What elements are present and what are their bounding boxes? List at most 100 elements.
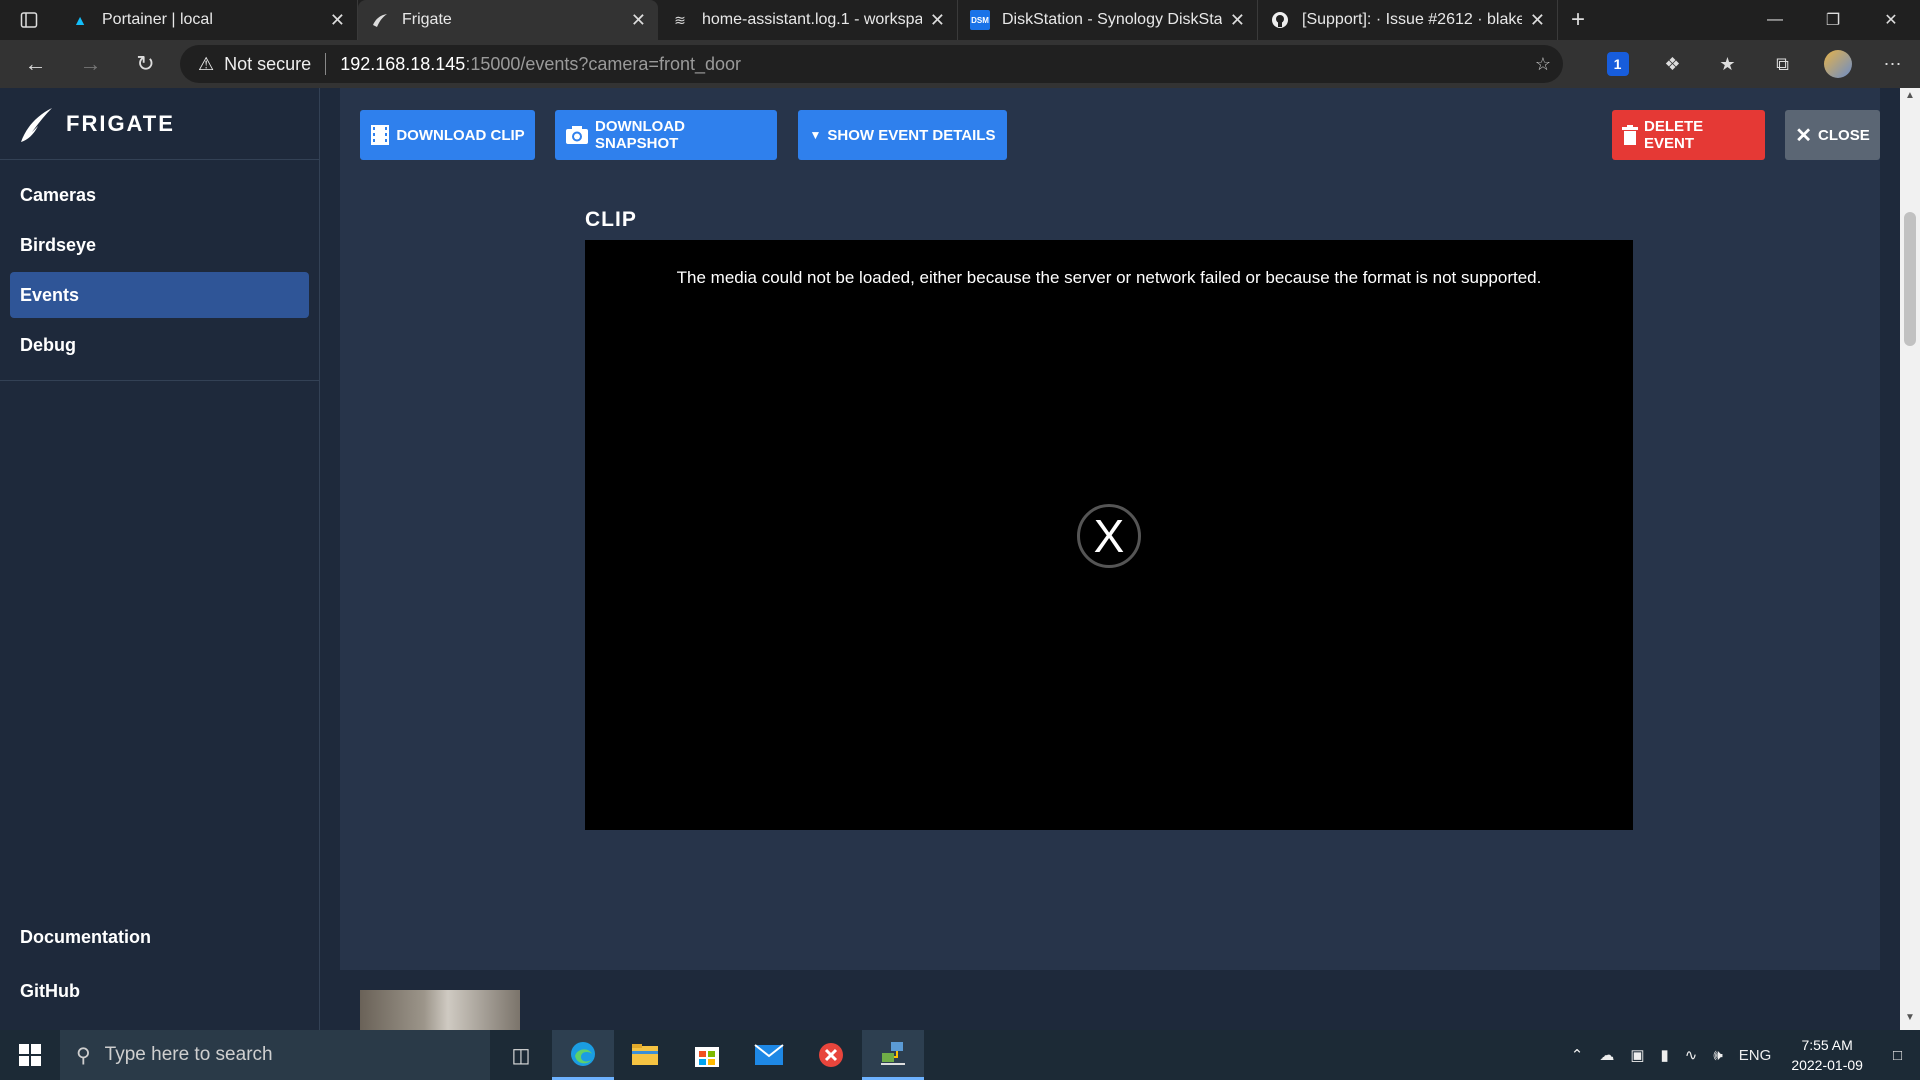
- favorites-icon[interactable]: ★: [1700, 40, 1755, 88]
- language-indicator[interactable]: ENG: [1731, 1047, 1780, 1064]
- more-menu-icon[interactable]: ⋯: [1865, 40, 1920, 88]
- event-detail-panel: Download Clip Download Snapshot ▼ Show E…: [340, 88, 1880, 970]
- minimize-icon[interactable]: —: [1746, 0, 1804, 40]
- sidebar-footer: Documentation GitHub: [0, 906, 319, 1030]
- close-tab-icon[interactable]: ✕: [930, 10, 945, 31]
- page-scrollbar[interactable]: ▲ ▼: [1900, 88, 1920, 1030]
- scroll-up-icon[interactable]: ▲: [1900, 90, 1920, 106]
- sidebar-item-documentation[interactable]: Documentation: [10, 914, 309, 960]
- onedrive-icon[interactable]: ☁: [1591, 1046, 1622, 1064]
- frigate-app: FRIGATE Cameras Birdseye Events Debug Do…: [0, 88, 1920, 1030]
- device-icon[interactable]: ▣: [1622, 1046, 1652, 1064]
- profile-button[interactable]: [1810, 40, 1865, 88]
- mail-icon[interactable]: [738, 1030, 800, 1080]
- tab-diskstation[interactable]: DSM DiskStation - Synology DiskStatio ✕: [958, 0, 1258, 40]
- github-icon: [1270, 10, 1290, 30]
- url-input[interactable]: ⚠ Not secure 192.168.18.145 :15000/event…: [180, 45, 1563, 83]
- task-view-icon[interactable]: ◫: [490, 1030, 552, 1080]
- sidebar-item-birdseye[interactable]: Birdseye: [10, 222, 309, 268]
- tab-frigate[interactable]: Frigate ✕: [358, 0, 658, 40]
- extensions-icon[interactable]: ❖: [1645, 40, 1700, 88]
- tab-portainer[interactable]: ▲ Portainer | local ✕: [58, 0, 358, 40]
- tab-title: home-assistant.log.1 - workspac: [702, 11, 922, 28]
- add-favorite-icon[interactable]: ☆: [1535, 54, 1551, 75]
- divider: [325, 53, 327, 75]
- close-tab-icon[interactable]: ✕: [631, 10, 646, 31]
- bitwarden-extension[interactable]: 1: [1590, 40, 1645, 88]
- download-snapshot-button[interactable]: Download Snapshot: [555, 110, 777, 160]
- frigate-icon: [370, 10, 390, 30]
- clock[interactable]: 7:55 AM 2022-01-09: [1779, 1035, 1875, 1075]
- clip-video-player[interactable]: The media could not be loaded, either be…: [585, 240, 1633, 830]
- wifi-icon[interactable]: ∿: [1677, 1046, 1706, 1064]
- show-hidden-icons-icon[interactable]: ⌃: [1563, 1046, 1592, 1064]
- bitwarden-icon: 1: [1606, 52, 1629, 76]
- security-label: Not secure: [224, 53, 312, 74]
- close-tab-icon[interactable]: ✕: [1230, 10, 1245, 31]
- delete-event-label: Delete Event: [1644, 118, 1704, 152]
- notifications-icon[interactable]: □: [1875, 1047, 1920, 1064]
- caret-down-icon: ▼: [809, 128, 822, 142]
- close-window-icon[interactable]: ✕: [1862, 0, 1920, 40]
- restore-icon[interactable]: ❐: [1804, 0, 1862, 40]
- tab-github-issue[interactable]: [Support]: · Issue #2612 · blakebl ✕: [1258, 0, 1558, 40]
- window-controls: — ❐ ✕: [1746, 0, 1920, 40]
- close-tab-icon[interactable]: ✕: [1530, 10, 1545, 31]
- microsoft-store-icon[interactable]: [676, 1030, 738, 1080]
- network-app-icon[interactable]: [862, 1030, 924, 1080]
- new-tab-icon[interactable]: +: [1558, 0, 1598, 40]
- sidebar-item-events[interactable]: Events: [10, 272, 309, 318]
- scroll-down-icon[interactable]: ▼: [1900, 1012, 1920, 1028]
- windows-taskbar: ⚲ Type here to search ◫ ⌃ ☁ ▣ ▮ ∿ 🕪 ENG …: [0, 1030, 1920, 1080]
- dsm-icon: DSM: [970, 10, 990, 30]
- file-explorer-icon[interactable]: [614, 1030, 676, 1080]
- windows-start-icon[interactable]: [0, 1030, 60, 1080]
- brand[interactable]: FRIGATE: [0, 88, 319, 160]
- frigate-logo-icon: [21, 107, 52, 142]
- remote-tool-icon[interactable]: [800, 1030, 862, 1080]
- sidebar-item-github[interactable]: GitHub: [10, 968, 309, 1014]
- collections-icon[interactable]: ⧉: [1755, 40, 1810, 88]
- system-tray: ⌃ ☁ ▣ ▮ ∿ 🕪 ENG 7:55 AM 2022-01-09 □: [1563, 1030, 1920, 1080]
- close-icon: ✕: [1795, 124, 1813, 147]
- search-placeholder: Type here to search: [104, 1044, 273, 1065]
- event-thumbnail[interactable]: [360, 990, 520, 1030]
- camera-icon: [565, 125, 589, 145]
- tab-title: Frigate: [402, 11, 452, 28]
- delete-event-button[interactable]: Delete Event: [1612, 110, 1765, 160]
- show-event-details-button[interactable]: ▼ Show Event Details: [798, 110, 1007, 160]
- show-event-details-label: Show Event Details: [827, 126, 996, 144]
- close-button[interactable]: ✕ Close: [1785, 110, 1880, 160]
- back-icon[interactable]: ←: [8, 40, 63, 88]
- edge-browser-icon[interactable]: [552, 1030, 614, 1080]
- tab-title: Portainer | local: [102, 11, 213, 28]
- tab-home-assistant-log[interactable]: ≋ home-assistant.log.1 - workspac ✕: [658, 0, 958, 40]
- volume-icon[interactable]: 🕪: [1705, 1047, 1730, 1064]
- event-toolbar: Download Clip Download Snapshot ▼ Show E…: [360, 110, 1880, 160]
- scrollbar-thumb[interactable]: [1904, 212, 1916, 346]
- sidebar: FRIGATE Cameras Birdseye Events Debug Do…: [0, 88, 320, 1030]
- sidebar-nav: Cameras Birdseye Events Debug: [0, 160, 319, 381]
- battery-icon[interactable]: ▮: [1653, 1046, 1677, 1064]
- url-path: :15000/events?camera=front_door: [465, 53, 741, 74]
- film-icon: [370, 124, 390, 146]
- url-host: 192.168.18.145: [340, 53, 466, 74]
- warning-icon: ⚠: [198, 53, 215, 74]
- portainer-icon: ▲: [73, 12, 87, 28]
- download-clip-label: Download Clip: [396, 126, 525, 144]
- close-tab-icon[interactable]: ✕: [330, 10, 345, 31]
- download-clip-button[interactable]: Download Clip: [360, 110, 535, 160]
- media-error-message: The media could not be loaded, either be…: [676, 268, 1542, 287]
- forward-icon[interactable]: →: [63, 40, 118, 88]
- avatar: [1823, 50, 1852, 78]
- tab-actions-icon[interactable]: [0, 0, 58, 40]
- tab-title: [Support]: · Issue #2612 · blakebl: [1302, 11, 1522, 28]
- tab-title: DiskStation - Synology DiskStatio: [1002, 11, 1222, 28]
- refresh-icon[interactable]: ↻: [118, 40, 173, 88]
- sidebar-item-cameras[interactable]: Cameras: [10, 172, 309, 218]
- clip-section-title: CLIP: [585, 208, 637, 231]
- download-snapshot-label: Download Snapshot: [595, 118, 685, 152]
- sidebar-item-debug[interactable]: Debug: [10, 322, 309, 368]
- vscode-remote-icon: ≋: [674, 11, 686, 28]
- taskbar-search-input[interactable]: ⚲ Type here to search: [60, 1030, 490, 1080]
